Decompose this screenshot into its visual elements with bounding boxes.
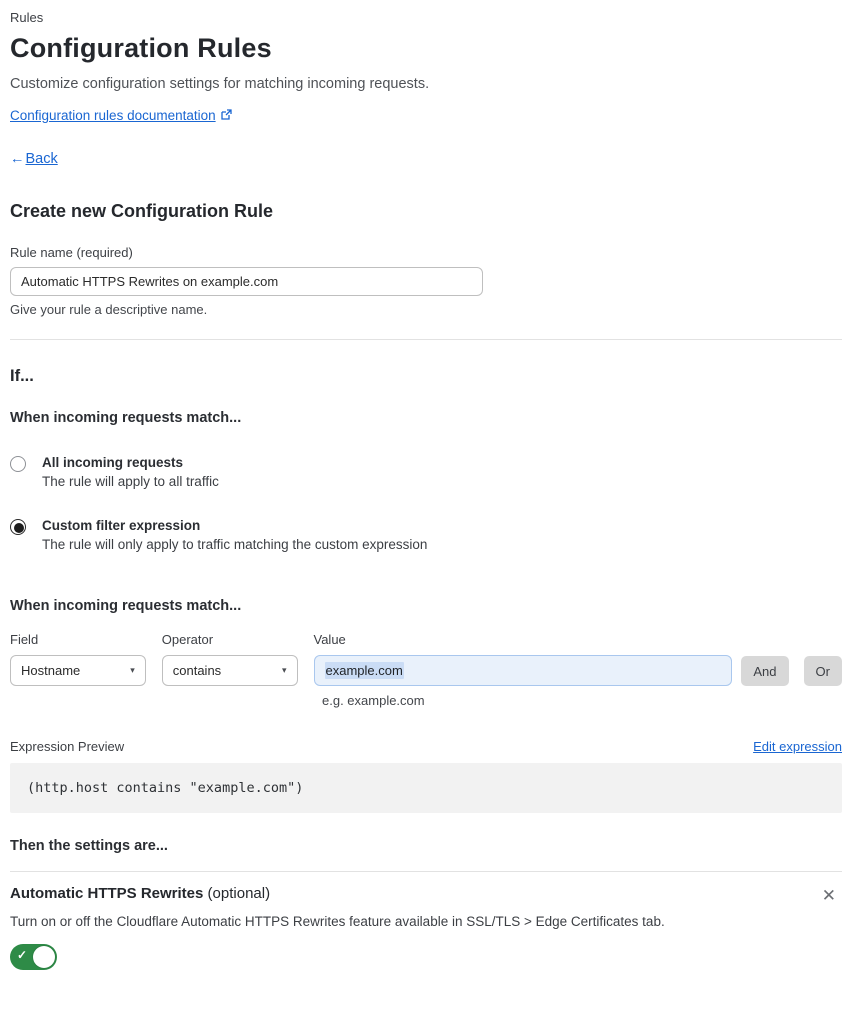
rule-name-helper: Give your rule a descriptive name. bbox=[10, 302, 208, 317]
operator-select[interactable]: contains ▾ bbox=[161, 655, 298, 686]
radio-option-description: The rule will only apply to traffic matc… bbox=[42, 537, 428, 552]
operator-select-value: contains bbox=[172, 663, 222, 678]
match-type-radio-group: All incoming requests The rule will appl… bbox=[10, 455, 842, 552]
section-divider bbox=[10, 871, 842, 872]
page-subtitle: Customize configuration settings for mat… bbox=[10, 76, 430, 92]
radio-button-icon[interactable] bbox=[10, 456, 26, 472]
operator-label: Operator bbox=[161, 632, 214, 647]
setting-title: Automatic HTTPS Rewrites (optional) bbox=[10, 885, 270, 902]
value-input-text: example.com bbox=[324, 662, 404, 679]
radio-all-incoming-requests[interactable]: All incoming requests The rule will appl… bbox=[10, 455, 842, 489]
value-input[interactable]: example.com bbox=[313, 655, 733, 686]
setting-automatic-https-rewrites: Automatic HTTPS Rewrites (optional) ✕ Tu… bbox=[10, 885, 842, 970]
close-icon[interactable]: ✕ bbox=[818, 885, 840, 906]
rule-name-label: Rule name (required) bbox=[10, 245, 133, 260]
breadcrumb: Rules bbox=[10, 10, 44, 25]
and-button[interactable]: And bbox=[741, 656, 789, 686]
radio-option-label: All incoming requests bbox=[42, 455, 184, 470]
setting-title-bold: Automatic HTTPS Rewrites bbox=[10, 885, 204, 902]
then-settings-heading: Then the settings are... bbox=[10, 838, 168, 854]
configuration-rules-page: Rules Configuration Rules Customize conf… bbox=[0, 0, 852, 1010]
radio-custom-filter-expression[interactable]: Custom filter expression The rule will o… bbox=[10, 518, 842, 552]
field-label: Field bbox=[10, 632, 39, 647]
setting-optional-label: (optional) bbox=[207, 885, 271, 902]
chevron-down-icon: ▾ bbox=[281, 665, 287, 675]
when-match-heading-2: When incoming requests match... bbox=[10, 598, 242, 614]
when-match-heading: When incoming requests match... bbox=[10, 410, 242, 426]
automatic-https-rewrites-toggle[interactable]: ✓ bbox=[10, 944, 57, 970]
if-heading: If... bbox=[10, 367, 34, 385]
edit-expression-link[interactable]: Edit expression bbox=[753, 739, 842, 754]
expression-builder: When incoming requests match... Field Ho… bbox=[10, 598, 842, 708]
page-title: Configuration Rules bbox=[10, 33, 272, 63]
or-button[interactable]: Or bbox=[803, 656, 842, 686]
expression-preview-label: Expression Preview bbox=[10, 739, 125, 754]
value-label: Value bbox=[313, 632, 346, 647]
radio-button-icon[interactable] bbox=[10, 519, 26, 535]
external-link-icon bbox=[220, 108, 232, 126]
radio-option-label: Custom filter expression bbox=[42, 518, 201, 533]
back-arrow-icon: ← bbox=[10, 151, 25, 167]
back-link[interactable]: Back bbox=[26, 151, 58, 167]
create-rule-heading: Create new Configuration Rule bbox=[10, 201, 274, 221]
field-select-value: Hostname bbox=[21, 663, 81, 678]
toggle-knob[interactable] bbox=[33, 946, 55, 968]
documentation-link[interactable]: Configuration rules documentation bbox=[10, 108, 216, 123]
rule-name-input[interactable] bbox=[10, 267, 483, 296]
setting-description: Turn on or off the Cloudflare Automatic … bbox=[10, 914, 665, 929]
value-helper: e.g. example.com bbox=[322, 693, 425, 708]
expression-preview-code: (http.host contains "example.com") bbox=[10, 763, 842, 813]
field-select[interactable]: Hostname ▾ bbox=[10, 655, 146, 686]
radio-option-description: The rule will apply to all traffic bbox=[42, 474, 219, 489]
check-icon: ✓ bbox=[17, 948, 28, 962]
section-divider bbox=[10, 339, 842, 340]
chevron-down-icon: ▾ bbox=[130, 665, 135, 675]
